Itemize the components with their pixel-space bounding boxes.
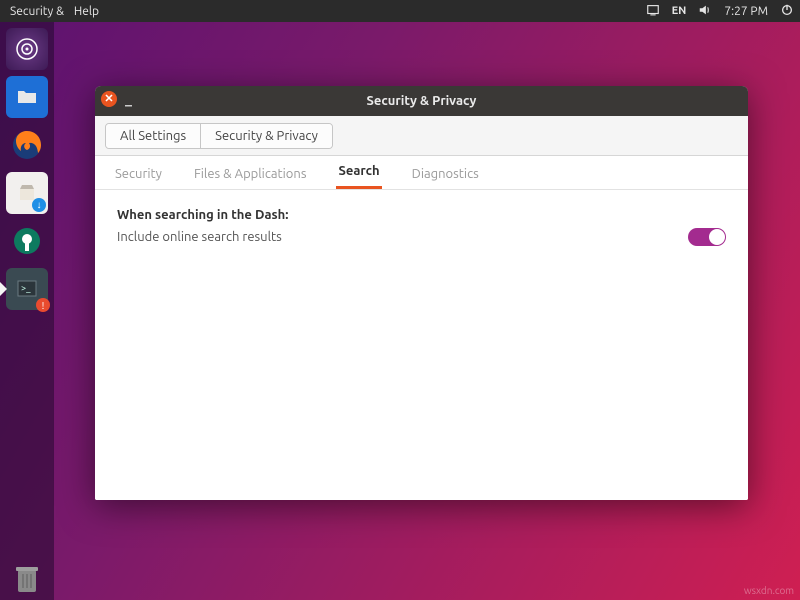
menu-security[interactable]: Security &: [6, 5, 68, 18]
volume-icon[interactable]: [698, 3, 712, 20]
top-menu-bar: Security & Help EN 7:27 PM: [0, 0, 800, 22]
network-icon[interactable]: [646, 3, 660, 20]
include-online-label: Include online search results: [117, 230, 688, 244]
minimize-icon[interactable]: _: [125, 91, 132, 107]
tab-bar: Security Files & Applications Search Dia…: [95, 156, 748, 190]
breadcrumb: All Settings Security & Privacy: [105, 123, 333, 149]
settings-window: ✕ _ Security & Privacy All Settings Secu…: [95, 86, 748, 500]
power-icon[interactable]: [780, 3, 794, 20]
tab-search[interactable]: Search: [336, 156, 381, 189]
terminal-icon[interactable]: >_ !: [6, 268, 48, 310]
files-icon[interactable]: [6, 76, 48, 118]
keyboard-lang[interactable]: EN: [672, 5, 687, 17]
close-icon[interactable]: ✕: [101, 91, 117, 107]
watermark: wsxdn.com: [744, 585, 794, 596]
dash-icon[interactable]: [6, 28, 48, 70]
toolbar: All Settings Security & Privacy: [95, 116, 748, 156]
launcher-dock: ↓ >_ !: [0, 22, 54, 600]
breadcrumb-current[interactable]: Security & Privacy: [200, 124, 332, 148]
breadcrumb-all-settings[interactable]: All Settings: [106, 124, 200, 148]
settings-icon[interactable]: [6, 220, 48, 262]
search-heading: When searching in the Dash:: [117, 208, 726, 222]
include-online-toggle[interactable]: [688, 228, 726, 246]
trash-icon[interactable]: [6, 558, 48, 600]
tab-diagnostics[interactable]: Diagnostics: [410, 159, 481, 189]
firefox-icon[interactable]: [6, 124, 48, 166]
clock[interactable]: 7:27 PM: [724, 5, 768, 18]
menu-help[interactable]: Help: [70, 5, 103, 18]
window-title: Security & Privacy: [367, 94, 477, 108]
toggle-knob: [709, 229, 725, 245]
tab-files-applications[interactable]: Files & Applications: [192, 159, 309, 189]
tab-security[interactable]: Security: [113, 159, 164, 189]
content-panel: When searching in the Dash: Include onli…: [95, 190, 748, 500]
window-titlebar[interactable]: ✕ _ Security & Privacy: [95, 86, 748, 116]
svg-text:>_: >_: [21, 283, 31, 293]
software-icon[interactable]: ↓: [6, 172, 48, 214]
